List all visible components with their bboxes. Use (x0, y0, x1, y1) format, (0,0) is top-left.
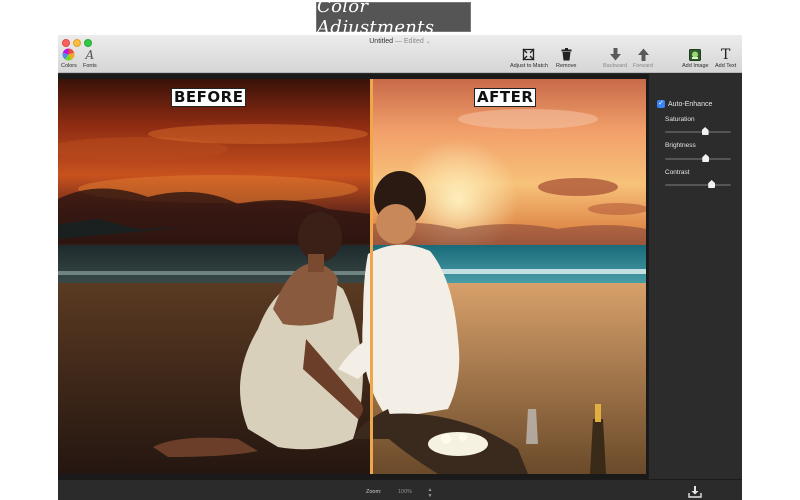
before-after-photo[interactable] (58, 79, 646, 474)
contrast-slider[interactable] (665, 180, 731, 188)
add-text-button[interactable]: T Add Text (715, 46, 737, 70)
saturation-slider[interactable] (665, 127, 731, 135)
font-a-icon: A (85, 47, 95, 62)
zoom-value[interactable]: 100% (398, 489, 412, 495)
toolbar: Untitled — Edited ⌄ Colors A Fonts Adjus… (58, 35, 742, 73)
adjust-to-match-button[interactable]: Adjust to Match (510, 47, 548, 69)
backward-label: Backward (603, 63, 628, 69)
colors-label: Colors (61, 63, 77, 69)
colors-button[interactable]: Colors (61, 47, 77, 69)
document-name: Untitled (369, 38, 393, 45)
saturation-slider-knob[interactable] (701, 127, 709, 135)
document-title[interactable]: Untitled — Edited ⌄ (58, 38, 742, 45)
remove-button[interactable]: Remove (556, 47, 576, 69)
adjust-frame-icon (522, 47, 535, 62)
add-image-label: Add Image (682, 63, 709, 69)
brightness-label: Brightness (665, 142, 696, 149)
fonts-label: Fonts (83, 63, 97, 69)
image-canvas[interactable]: BEFORE AFTER (58, 74, 648, 479)
forward-button[interactable]: Forward (633, 47, 653, 69)
add-text-label: Add Text (715, 63, 737, 69)
brightness-slider[interactable] (665, 154, 731, 162)
title-chevron-icon: ⌄ (425, 39, 431, 45)
after-text: AFTER (477, 88, 534, 106)
zoom-label: Zoom: (366, 489, 382, 495)
trash-icon (561, 47, 572, 62)
zoom-stepper-icon[interactable]: ▲▼ (427, 487, 433, 499)
before-after-divider (370, 79, 373, 474)
export-download-icon[interactable] (688, 485, 702, 498)
app-window: Untitled — Edited ⌄ Colors A Fonts Adjus… (58, 35, 742, 500)
status-bar: Zoom: 100% ▲▼ (58, 479, 742, 500)
remove-label: Remove (556, 63, 577, 69)
fonts-button[interactable]: A Fonts (83, 47, 97, 70)
contrast-label: Contrast (665, 169, 690, 176)
promo-banner: Color Adjustments (316, 0, 471, 38)
auto-enhance-checkbox[interactable]: ✓ (657, 100, 665, 108)
image-icon (689, 47, 702, 62)
after-label: AFTER (474, 88, 537, 107)
before-label: BEFORE (171, 88, 247, 107)
saturation-label: Saturation (665, 116, 695, 123)
arrow-down-icon (609, 47, 621, 62)
text-t-icon: T (720, 46, 731, 63)
color-wheel-icon (62, 47, 75, 62)
banner-title: Color Adjustments (317, 0, 435, 38)
document-status: Edited (403, 38, 424, 45)
auto-enhance-label: Auto-Enhance (668, 100, 713, 108)
add-image-button[interactable]: Add Image (682, 47, 709, 69)
brightness-slider-knob[interactable] (702, 154, 710, 162)
auto-enhance-option[interactable]: ✓ Auto-Enhance (657, 100, 712, 108)
backward-button[interactable]: Backward (603, 47, 627, 69)
forward-label: Forward (633, 63, 654, 69)
adjust-to-match-label: Adjust to Match (510, 63, 548, 69)
adjustments-panel: ✓ Auto-Enhance Saturation Brightness Con… (648, 74, 742, 479)
contrast-slider-knob[interactable] (708, 180, 716, 188)
arrow-up-icon (637, 47, 649, 62)
before-text: BEFORE (174, 88, 244, 106)
